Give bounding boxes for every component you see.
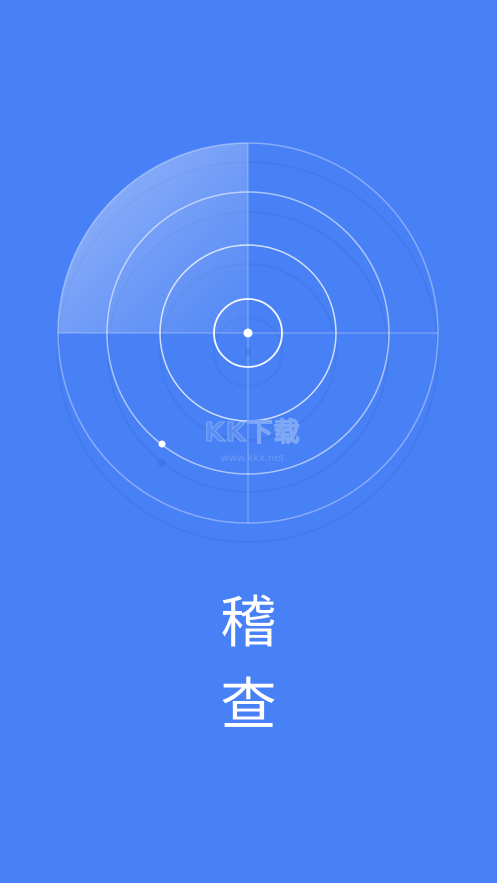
splash-screen: KK下载 www.kkx.net 稽 查 (0, 0, 497, 883)
center-dot-icon (243, 328, 253, 338)
blip-icon (158, 440, 166, 448)
radar-sweep (58, 143, 248, 333)
app-title-line-1: 稽 (220, 591, 277, 656)
app-title-line-2: 查 (220, 673, 277, 738)
center-dot-shadow (244, 348, 252, 356)
blip-shadow (158, 459, 166, 467)
app-title: 稽 查 (0, 583, 497, 747)
radar-icon (57, 142, 439, 543)
